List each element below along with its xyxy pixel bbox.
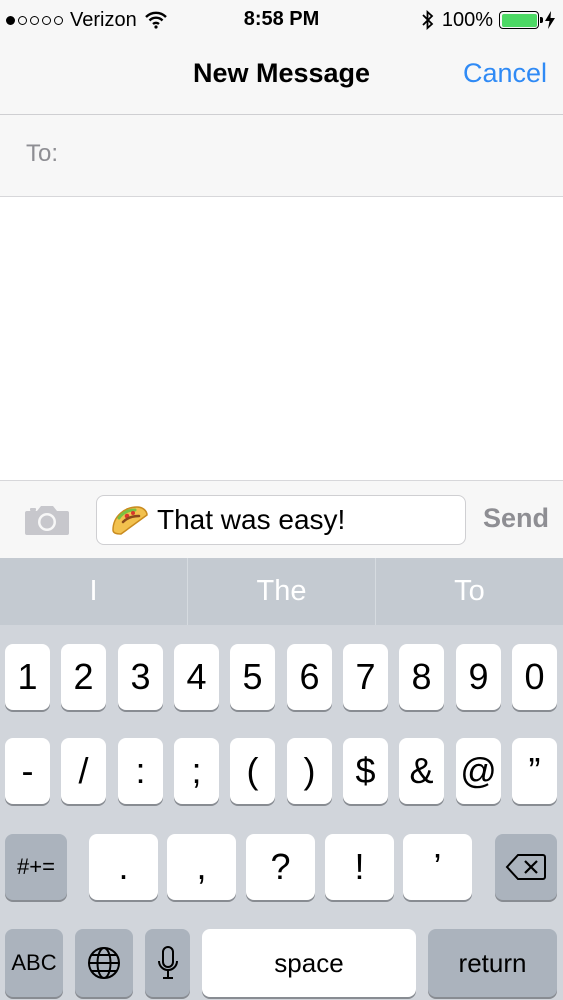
key-5[interactable]: 5 — [230, 644, 275, 710]
battery-percent: 100% — [441, 8, 493, 31]
key-colon[interactable]: : — [118, 738, 163, 804]
key-6[interactable]: 6 — [287, 644, 332, 710]
prediction-option[interactable]: I — [0, 558, 188, 625]
key-8[interactable]: 8 — [399, 644, 444, 710]
symbols-switch-key[interactable]: #+= — [5, 834, 67, 900]
prediction-option[interactable]: The — [188, 558, 376, 625]
microphone-icon — [157, 945, 179, 981]
key-dollar[interactable]: $ — [343, 738, 388, 804]
send-button[interactable]: Send — [483, 503, 549, 534]
key-2[interactable]: 2 — [61, 644, 106, 710]
space-label: space — [274, 947, 344, 978]
key-1[interactable]: 1 — [5, 644, 50, 710]
key-open-paren[interactable]: ( — [230, 738, 275, 804]
keyboard: 1 2 3 4 5 6 7 8 9 0 - / : ; ( ) $ & @ ” … — [0, 625, 563, 1000]
battery-icon — [499, 11, 543, 29]
conversation-area — [0, 197, 563, 480]
globe-icon — [87, 946, 121, 980]
key-7[interactable]: 7 — [343, 644, 388, 710]
key-apostrophe[interactable]: ’ — [403, 834, 472, 900]
return-label: return — [458, 947, 527, 978]
message-text: That was easy! — [157, 504, 346, 535]
delete-key[interactable] — [495, 834, 557, 900]
to-label: To: — [26, 140, 59, 167]
message-input[interactable]: That was easy! — [96, 495, 466, 545]
taco-emoji-icon — [109, 504, 149, 536]
status-bar: Verizon 8:58 PM 100% — [0, 0, 563, 40]
key-period[interactable]: . — [89, 834, 158, 900]
key-slash[interactable]: / — [61, 738, 106, 804]
charging-bolt-icon — [545, 11, 555, 29]
recipient-field[interactable]: To: — [0, 115, 563, 197]
cancel-button[interactable]: Cancel — [463, 58, 547, 89]
abc-switch-label: ABC — [11, 950, 57, 975]
key-at[interactable]: @ — [456, 738, 501, 804]
battery-tip — [540, 17, 543, 23]
prediction-option[interactable]: To — [376, 558, 563, 625]
key-comma[interactable]: , — [167, 834, 236, 900]
key-3[interactable]: 3 — [118, 644, 163, 710]
battery-level — [501, 13, 537, 27]
symbols-switch-label: #+= — [17, 854, 55, 879]
globe-key[interactable] — [75, 929, 133, 997]
key-0[interactable]: 0 — [512, 644, 557, 710]
compose-bar: That was easy! Send — [0, 480, 563, 558]
dictation-key[interactable] — [145, 929, 190, 997]
key-close-paren[interactable]: ) — [287, 738, 332, 804]
key-9[interactable]: 9 — [456, 644, 501, 710]
backspace-icon — [505, 853, 547, 881]
key-hyphen[interactable]: - — [5, 738, 50, 804]
key-semicolon[interactable]: ; — [174, 738, 219, 804]
key-ampersand[interactable]: & — [399, 738, 444, 804]
key-quote[interactable]: ” — [512, 738, 557, 804]
key-exclamation[interactable]: ! — [325, 834, 394, 900]
key-question[interactable]: ? — [246, 834, 315, 900]
bluetooth-icon — [422, 10, 434, 30]
camera-icon[interactable] — [24, 503, 70, 542]
predictive-bar: I The To — [0, 558, 563, 625]
abc-switch-key[interactable]: ABC — [5, 929, 63, 997]
space-key[interactable]: space — [202, 929, 416, 997]
status-right: 100% — [422, 8, 555, 32]
navigation-bar: New Message Cancel — [0, 40, 563, 115]
return-key[interactable]: return — [428, 929, 557, 997]
key-4[interactable]: 4 — [174, 644, 219, 710]
